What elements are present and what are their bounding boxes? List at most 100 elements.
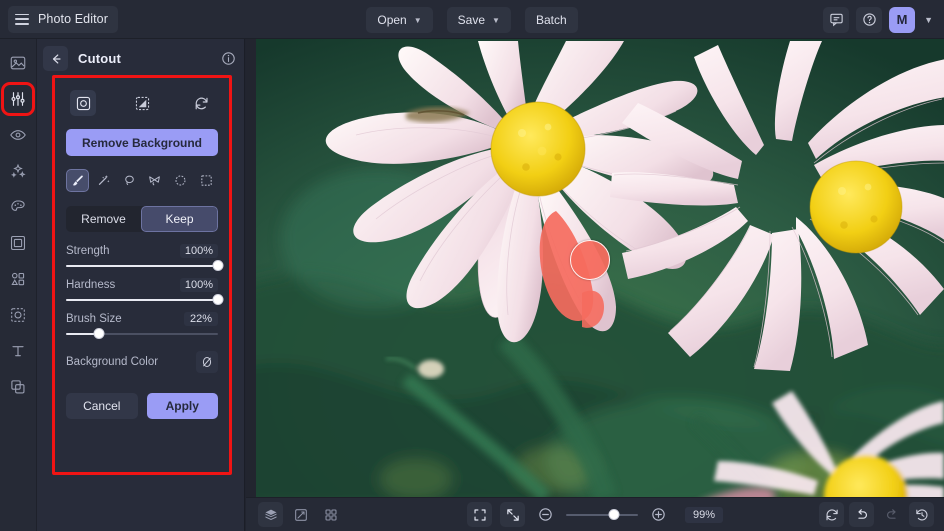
view-original-button[interactable] [70,90,96,116]
layers-stack-icon [264,509,277,520]
daisy-photo [256,39,944,497]
zoom-in-icon [652,508,665,521]
apply-button[interactable]: Apply [146,393,218,419]
canvas-area[interactable] [246,39,944,497]
brush-size-slider[interactable] [66,328,218,339]
zoom-out-icon [539,508,552,521]
sidebar-item-adjust[interactable] [1,82,35,116]
history-icon [915,508,928,520]
compare-button[interactable] [288,502,313,527]
strength-thumb[interactable] [212,260,224,271]
lasso-tool-button[interactable] [118,169,141,192]
mask-icon [135,96,149,110]
back-button[interactable] [43,46,68,71]
bottombar-left [246,502,343,527]
save-button[interactable]: Save ▼ [446,6,511,33]
redo-button[interactable] [879,502,904,527]
view-mode-row [66,90,218,116]
chevron-down-icon: ▼ [492,15,500,25]
thumbnails-button[interactable] [318,502,343,527]
zoom-slider[interactable] [566,508,638,520]
remove-background-button[interactable]: Remove Background [66,129,218,156]
rect-select-tool-button[interactable] [195,169,218,192]
hardness-fill [66,299,218,301]
actual-size-button[interactable] [500,502,525,527]
reset-view-button[interactable] [819,502,844,527]
brush-tool-button[interactable] [66,169,89,192]
sidebar-item-image[interactable] [4,49,32,77]
sidebar-item-retouch[interactable] [4,121,32,149]
zoom-out-button[interactable] [533,502,558,527]
sidebar-item-text[interactable] [4,337,32,365]
sparkles-icon [10,163,26,178]
history-button[interactable] [909,502,934,527]
fit-screen-button[interactable] [467,502,492,527]
mode-segmented-control: Remove Keep [66,206,218,232]
hardness-slider[interactable] [66,294,224,305]
strength-label: Strength [66,245,110,257]
page-title: Cutout [78,51,122,66]
open-label: Open [377,12,407,27]
batch-button[interactable]: Batch [524,6,578,33]
expand-icon [506,508,519,521]
zoom-level-value[interactable]: 99% [685,506,723,523]
undo-button[interactable] [849,502,874,527]
app-title: Photo Editor [38,12,108,26]
view-original-icon [76,96,90,110]
undo-icon [857,508,867,519]
save-label: Save [457,12,486,27]
grid-icon [324,508,337,521]
batch-label: Batch [535,12,567,27]
fit-screen-icon [473,508,486,521]
cancel-button[interactable]: Cancel [66,393,138,419]
topbar-right: M ▼ [823,0,935,39]
left-sidebar [0,39,37,531]
strength-slider[interactable] [66,260,224,271]
topbar-center: Open ▼ Save ▼ Batch [0,0,944,39]
back-arrow-icon [52,53,61,64]
topbar-left: Photo Editor [0,5,118,33]
sidebar-item-effects[interactable] [4,157,32,185]
polygon-lasso-tool-button[interactable] [143,169,166,192]
sidebar-item-layers[interactable] [4,373,32,401]
strength-fill [66,265,218,267]
magic-wand-tool-button[interactable] [92,169,115,192]
reset-mask-button[interactable] [188,90,214,116]
sidebar-item-frame[interactable] [4,229,32,257]
top-toolbar: Photo Editor Open ▼ Save ▼ Batch M ▼ [0,0,944,39]
photo-canvas[interactable] [256,39,944,497]
background-color-swatch[interactable] [196,351,218,373]
sidebar-item-cutout[interactable] [4,301,32,329]
ellipse-select-tool-button[interactable] [169,169,192,192]
main-menu-button[interactable]: Photo Editor [8,5,118,33]
keep-mode-button[interactable]: Keep [141,206,218,232]
feedback-button[interactable] [823,6,850,33]
avatar[interactable]: M [889,6,916,33]
hardness-label: Hardness [66,279,116,291]
mask-preview-button[interactable] [129,90,155,116]
brush-size-value: 22% [184,312,218,326]
zoom-in-button[interactable] [646,502,671,527]
sidebar-item-color[interactable] [4,193,32,221]
layers-icon [11,380,25,394]
account-chevron-down-icon[interactable]: ▼ [922,15,935,25]
layers-panel-button[interactable] [258,502,283,527]
hardness-thumb[interactable] [212,294,224,305]
frame-icon [10,235,26,251]
remove-mode-button[interactable]: Remove [66,206,141,232]
ellipse-select-icon [175,175,186,186]
sidebar-item-stickers[interactable] [4,265,32,293]
shapes-icon [11,272,25,286]
bottom-toolbar: 99% [246,497,944,531]
brush-size-thumb[interactable] [93,328,105,339]
zoom-slider-thumb[interactable] [608,508,620,520]
info-button[interactable] [221,51,236,66]
strength-value: 100% [179,244,218,258]
tools-row [66,169,218,192]
polygon-lasso-icon [149,176,161,186]
help-button[interactable] [856,6,883,33]
hardness-slider-group: Hardness 100% [66,278,224,305]
magic-wand-icon [98,175,110,185]
info-icon [222,52,235,65]
open-button[interactable]: Open ▼ [366,6,433,33]
